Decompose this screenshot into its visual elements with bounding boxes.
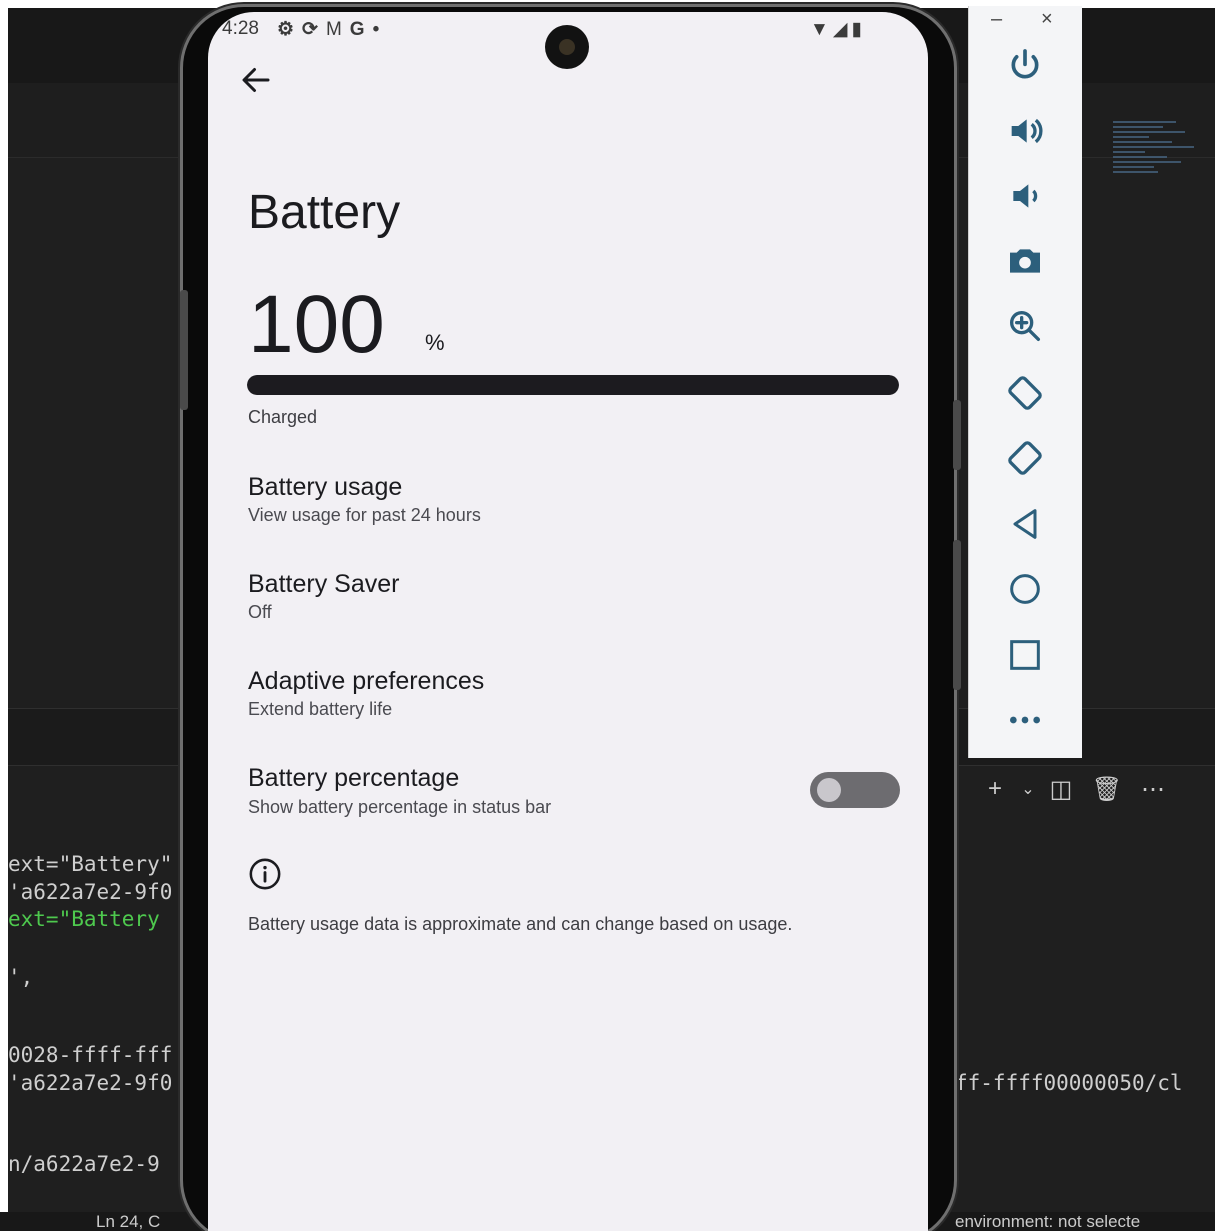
- battery-level-number: 100: [248, 279, 385, 370]
- sync-icon: ⟳: [302, 19, 326, 40]
- pref-battery-percentage-title[interactable]: Battery percentage: [248, 764, 459, 793]
- more-icon[interactable]: ⋯: [1130, 775, 1176, 805]
- battery-footer-note: Battery usage data is approximate and ca…: [248, 914, 793, 934]
- pref-battery-usage-summary: View usage for past 24 hours: [248, 505, 481, 525]
- battery-level-bar: [247, 375, 899, 395]
- code-line: ff-ffff00000050/cl: [955, 1071, 1183, 1095]
- code-line: 'a622a7e2-9f0: [8, 880, 173, 904]
- zoom-icon: [1010, 311, 1040, 341]
- status-cursor-position[interactable]: Ln 24, C: [96, 1212, 160, 1231]
- gear-icon: ⚙: [277, 19, 303, 40]
- pref-battery-saver-title[interactable]: Battery Saver: [248, 570, 399, 599]
- pref-adaptive-summary: Extend battery life: [248, 699, 393, 719]
- status-environment[interactable]: environment: not selecte: [955, 1212, 1140, 1231]
- power-icon: [1011, 49, 1039, 79]
- dot-icon: •: [372, 19, 388, 40]
- battery-level-unit: %: [425, 330, 445, 355]
- zoom-button[interactable]: [1003, 304, 1047, 348]
- phone-side-button: [953, 400, 961, 470]
- chevron-down-icon[interactable]: ⌄: [1018, 775, 1038, 805]
- close-button[interactable]: ×: [1041, 8, 1053, 31]
- battery-icon: ▮: [851, 19, 866, 40]
- power-button[interactable]: [1003, 44, 1047, 88]
- screenshot-icon: [1010, 249, 1040, 273]
- home-button[interactable]: [1003, 567, 1047, 611]
- plus-icon[interactable]: +: [972, 775, 1018, 805]
- volume-up-button[interactable]: [1003, 109, 1047, 153]
- google-icon: G: [349, 19, 373, 40]
- rotate-left-icon: [1008, 376, 1042, 410]
- code-line: n/a622a7e2-9: [8, 1152, 160, 1176]
- more-button[interactable]: [1003, 698, 1047, 742]
- front-camera: [545, 25, 589, 69]
- rotate-right-icon: [1008, 441, 1042, 475]
- home-icon: [1010, 574, 1040, 604]
- code-line: ext="Battery: [8, 907, 160, 931]
- gmail-icon: M: [325, 19, 350, 40]
- volume-down-button[interactable]: [1003, 174, 1047, 218]
- back-arrow-icon[interactable]: [238, 62, 274, 98]
- code-line: 0028-ffff-fff: [8, 1043, 173, 1067]
- toggle-knob: [817, 778, 841, 802]
- phone-side-button: [953, 540, 961, 690]
- rotate-left-button[interactable]: [1003, 371, 1047, 415]
- code-line: ',: [8, 965, 34, 989]
- wifi-icon: ▼: [810, 19, 833, 40]
- minimize-button[interactable]: –: [991, 8, 1002, 31]
- overview-icon: [1010, 640, 1040, 670]
- phone-side-button: [180, 290, 188, 410]
- split-icon[interactable]: ◫: [1038, 775, 1084, 805]
- pref-battery-percentage-summary: Show battery percentage in status bar: [248, 797, 552, 817]
- status-notification-icons: ⚙⟳MG•: [277, 18, 387, 41]
- battery-percentage-toggle[interactable]: [810, 772, 900, 808]
- status-system-icons: ▼◢▮: [810, 18, 866, 41]
- terminal-panel-actions: + ⌄ ◫ 🗑 ⋯: [972, 775, 1176, 805]
- emulator-toolbar: – ×: [968, 6, 1082, 758]
- battery-level-fill: [247, 375, 899, 395]
- overview-button[interactable]: [1003, 633, 1047, 677]
- editor-minimap[interactable]: [1113, 118, 1203, 203]
- rotate-right-button[interactable]: [1003, 436, 1047, 480]
- info-icon: [249, 858, 281, 890]
- pref-adaptive-title[interactable]: Adaptive preferences: [248, 667, 484, 696]
- pref-battery-saver-summary: Off: [248, 602, 272, 622]
- volume-up-icon: [1011, 118, 1043, 144]
- more-icon: [1010, 716, 1040, 724]
- signal-icon: ◢: [832, 19, 852, 40]
- code-line: ext="Battery": [8, 852, 173, 876]
- code-line: 'a622a7e2-9f0: [8, 1071, 173, 1095]
- trash-icon[interactable]: 🗑: [1084, 775, 1130, 805]
- screenshot-button[interactable]: [1003, 239, 1047, 283]
- back-button[interactable]: [1003, 502, 1047, 546]
- page-title: Battery: [248, 186, 401, 239]
- back-icon: [1013, 509, 1037, 539]
- status-time: 4:28: [222, 18, 259, 39]
- screen-edge: [0, 0, 8, 1231]
- pref-battery-usage-title[interactable]: Battery usage: [248, 473, 402, 502]
- volume-down-icon: [1013, 184, 1038, 208]
- battery-status-text: Charged: [248, 407, 318, 427]
